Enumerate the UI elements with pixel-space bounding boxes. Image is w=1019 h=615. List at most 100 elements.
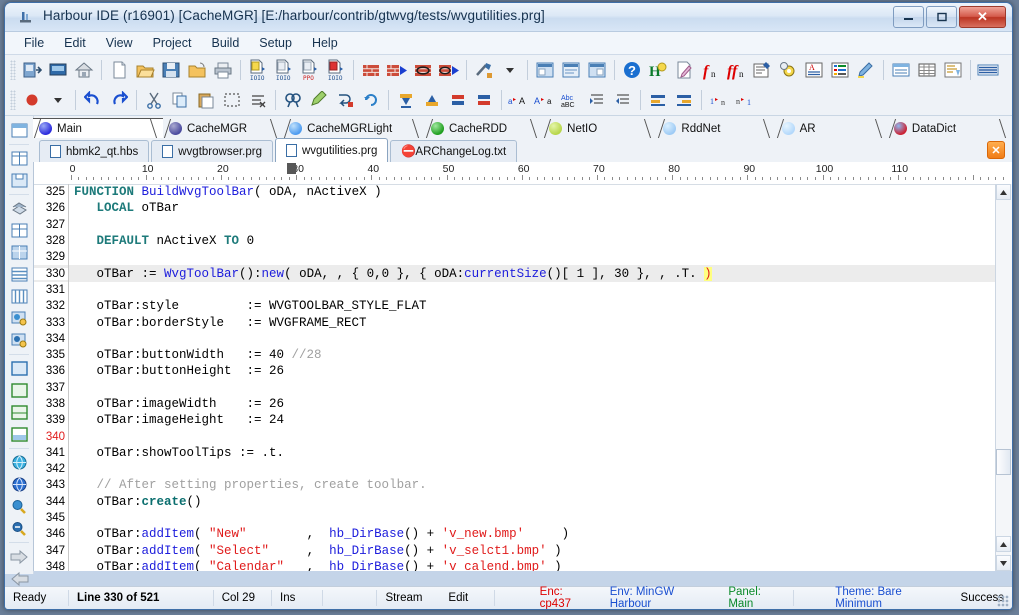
- open-file-icon[interactable]: [132, 58, 158, 82]
- browse-search-alt-icon[interactable]: [7, 330, 31, 351]
- menu-item-setup[interactable]: Setup: [250, 33, 301, 53]
- scroll-up-button[interactable]: [996, 184, 1011, 200]
- home-icon[interactable]: [71, 58, 97, 82]
- refresh-icon[interactable]: [358, 88, 384, 112]
- notes-icon[interactable]: [671, 58, 697, 82]
- code-line[interactable]: 347 oTBar:addItem( "Select" , hb_DirBase…: [34, 542, 996, 559]
- highlighter-icon[interactable]: [853, 58, 879, 82]
- menu-item-edit[interactable]: Edit: [55, 33, 95, 53]
- bookmark-goto-icon[interactable]: [419, 88, 445, 112]
- file-tab-wvgtbrowser[interactable]: wvgtbrowser.prg: [151, 140, 273, 162]
- menu-item-file[interactable]: File: [15, 33, 53, 53]
- outdent-block-icon[interactable]: [610, 88, 636, 112]
- select-all-icon[interactable]: [219, 88, 245, 112]
- bookmark-next-icon[interactable]: [471, 88, 497, 112]
- code-line[interactable]: 330 oTBar := WvgToolBar():new( oDA, , { …: [34, 265, 996, 282]
- record-icon[interactable]: [19, 88, 45, 112]
- code-line[interactable]: 342: [34, 461, 996, 478]
- file-tab-archangelog[interactable]: ⛔ ARChangeLog.txt: [390, 140, 518, 162]
- scroll-down-button[interactable]: [996, 555, 1011, 571]
- file-tab-wvgutilities[interactable]: wvgutilities.prg: [274, 138, 389, 162]
- find-icon[interactable]: [280, 88, 306, 112]
- code-line[interactable]: 348 oTBar:addItem( "Calendar" , hb_DirBa…: [34, 558, 996, 571]
- project-tab-rddnet[interactable]: RddNet: [657, 119, 775, 138]
- uppercase-icon[interactable]: A ▸ a: [532, 88, 558, 112]
- print-icon[interactable]: [210, 58, 236, 82]
- code-line[interactable]: 335 oTBar:buttonWidth := 40 //28: [34, 346, 996, 364]
- bookmark-add-icon[interactable]: [393, 88, 419, 112]
- split-view-icon[interactable]: [7, 148, 31, 169]
- exit-icon[interactable]: [19, 58, 45, 82]
- harbour-help-icon[interactable]: H: [645, 58, 671, 82]
- rebuild-run-icon[interactable]: [436, 58, 462, 82]
- chevron-down-icon[interactable]: [497, 58, 523, 82]
- redo-icon[interactable]: [106, 88, 132, 112]
- indent-block-icon[interactable]: [584, 88, 610, 112]
- zoom-out-icon[interactable]: [7, 518, 31, 539]
- code-line[interactable]: 334: [34, 330, 996, 347]
- code-line[interactable]: 336 oTBar:buttonHeight := 26: [34, 363, 996, 380]
- code-line[interactable]: 340: [34, 428, 996, 445]
- table-view-icon[interactable]: [914, 58, 940, 82]
- window-green-icon[interactable]: [7, 380, 31, 401]
- lowercase-icon[interactable]: a ▸ A: [506, 88, 532, 112]
- toolbar-grip[interactable]: [10, 90, 16, 110]
- code-line[interactable]: 327: [34, 216, 996, 233]
- window-split-icon[interactable]: [7, 402, 31, 423]
- rebuild-icon[interactable]: [410, 58, 436, 82]
- globe-cyan-icon[interactable]: [7, 452, 31, 473]
- compile-ppo-icon[interactable]: PPO: [297, 58, 323, 82]
- browse-search-icon[interactable]: [7, 308, 31, 329]
- close-button[interactable]: ✕: [959, 6, 1006, 28]
- compile-io-icon[interactable]: IOIO: [245, 58, 271, 82]
- grid-filled-icon[interactable]: [7, 242, 31, 263]
- panel1-icon[interactable]: [532, 58, 558, 82]
- panel2-icon[interactable]: [558, 58, 584, 82]
- vertical-scrollbar[interactable]: [995, 184, 1012, 571]
- grid-view-icon[interactable]: [888, 58, 914, 82]
- settings-gear-icon[interactable]: [775, 58, 801, 82]
- new-file-icon[interactable]: [106, 58, 132, 82]
- open-folder-icon[interactable]: [184, 58, 210, 82]
- close-tab-button[interactable]: ✕: [987, 141, 1005, 159]
- project-tab-main[interactable]: Main: [33, 118, 163, 138]
- numbering-icon[interactable]: 1 ▸ n: [706, 88, 732, 112]
- file-tab-hbmk2[interactable]: hbmk2_qt.hbs: [39, 140, 150, 162]
- code-line[interactable]: 326 LOCAL oTBar: [34, 200, 996, 217]
- project-tab-cacherdd[interactable]: CacheRDD: [425, 119, 543, 138]
- project-tab-netio[interactable]: NetIO: [543, 119, 657, 138]
- code-line[interactable]: 344 oTBar:create(): [34, 493, 996, 510]
- code-line[interactable]: 346 oTBar:addItem( "New" , hb_DirBase() …: [34, 526, 996, 543]
- panel3-icon[interactable]: [584, 58, 610, 82]
- list-format-icon[interactable]: [827, 58, 853, 82]
- save-panel-icon[interactable]: [7, 170, 31, 191]
- undo-icon[interactable]: [80, 88, 106, 112]
- goto-icon[interactable]: [332, 88, 358, 112]
- toolbar-grip[interactable]: [10, 60, 16, 80]
- code-line[interactable]: 329: [34, 249, 996, 266]
- tools-icon[interactable]: [471, 58, 497, 82]
- function-bold-icon[interactable]: ffn: [723, 58, 749, 82]
- code-line[interactable]: 339 oTBar:imageHeight := 24: [34, 412, 996, 429]
- compile-io3-icon[interactable]: IOIO: [323, 58, 349, 82]
- spellcheck-icon[interactable]: Abc aBC: [558, 88, 584, 112]
- compile-io2-icon[interactable]: IOIO: [271, 58, 297, 82]
- chart-view-icon[interactable]: [940, 58, 966, 82]
- menu-item-build[interactable]: Build: [202, 33, 248, 53]
- text-format-icon[interactable]: A: [801, 58, 827, 82]
- project-tab-cachemgrlight[interactable]: CacheMGRLight: [283, 119, 425, 138]
- code-line[interactable]: 341 oTBar:showToolTips := .t.: [34, 444, 996, 462]
- scroll-up-button-2[interactable]: [996, 536, 1011, 552]
- code-lines[interactable]: 325 FUNCTION BuildWvgToolBar( oDA, nActiv…: [34, 184, 996, 571]
- lines-view-icon[interactable]: [975, 58, 1001, 82]
- build-icon[interactable]: [358, 58, 384, 82]
- grid-panel-icon[interactable]: [7, 220, 31, 241]
- zoom-in-icon[interactable]: [7, 496, 31, 517]
- resize-grip[interactable]: [997, 595, 1009, 607]
- project-tab-cachemgr[interactable]: CacheMGR: [163, 119, 283, 138]
- maximize-button[interactable]: [926, 6, 957, 28]
- help-icon[interactable]: ?: [619, 58, 645, 82]
- menu-item-project[interactable]: Project: [144, 33, 201, 53]
- arrow-right-icon[interactable]: [7, 546, 31, 567]
- copy-icon[interactable]: [167, 88, 193, 112]
